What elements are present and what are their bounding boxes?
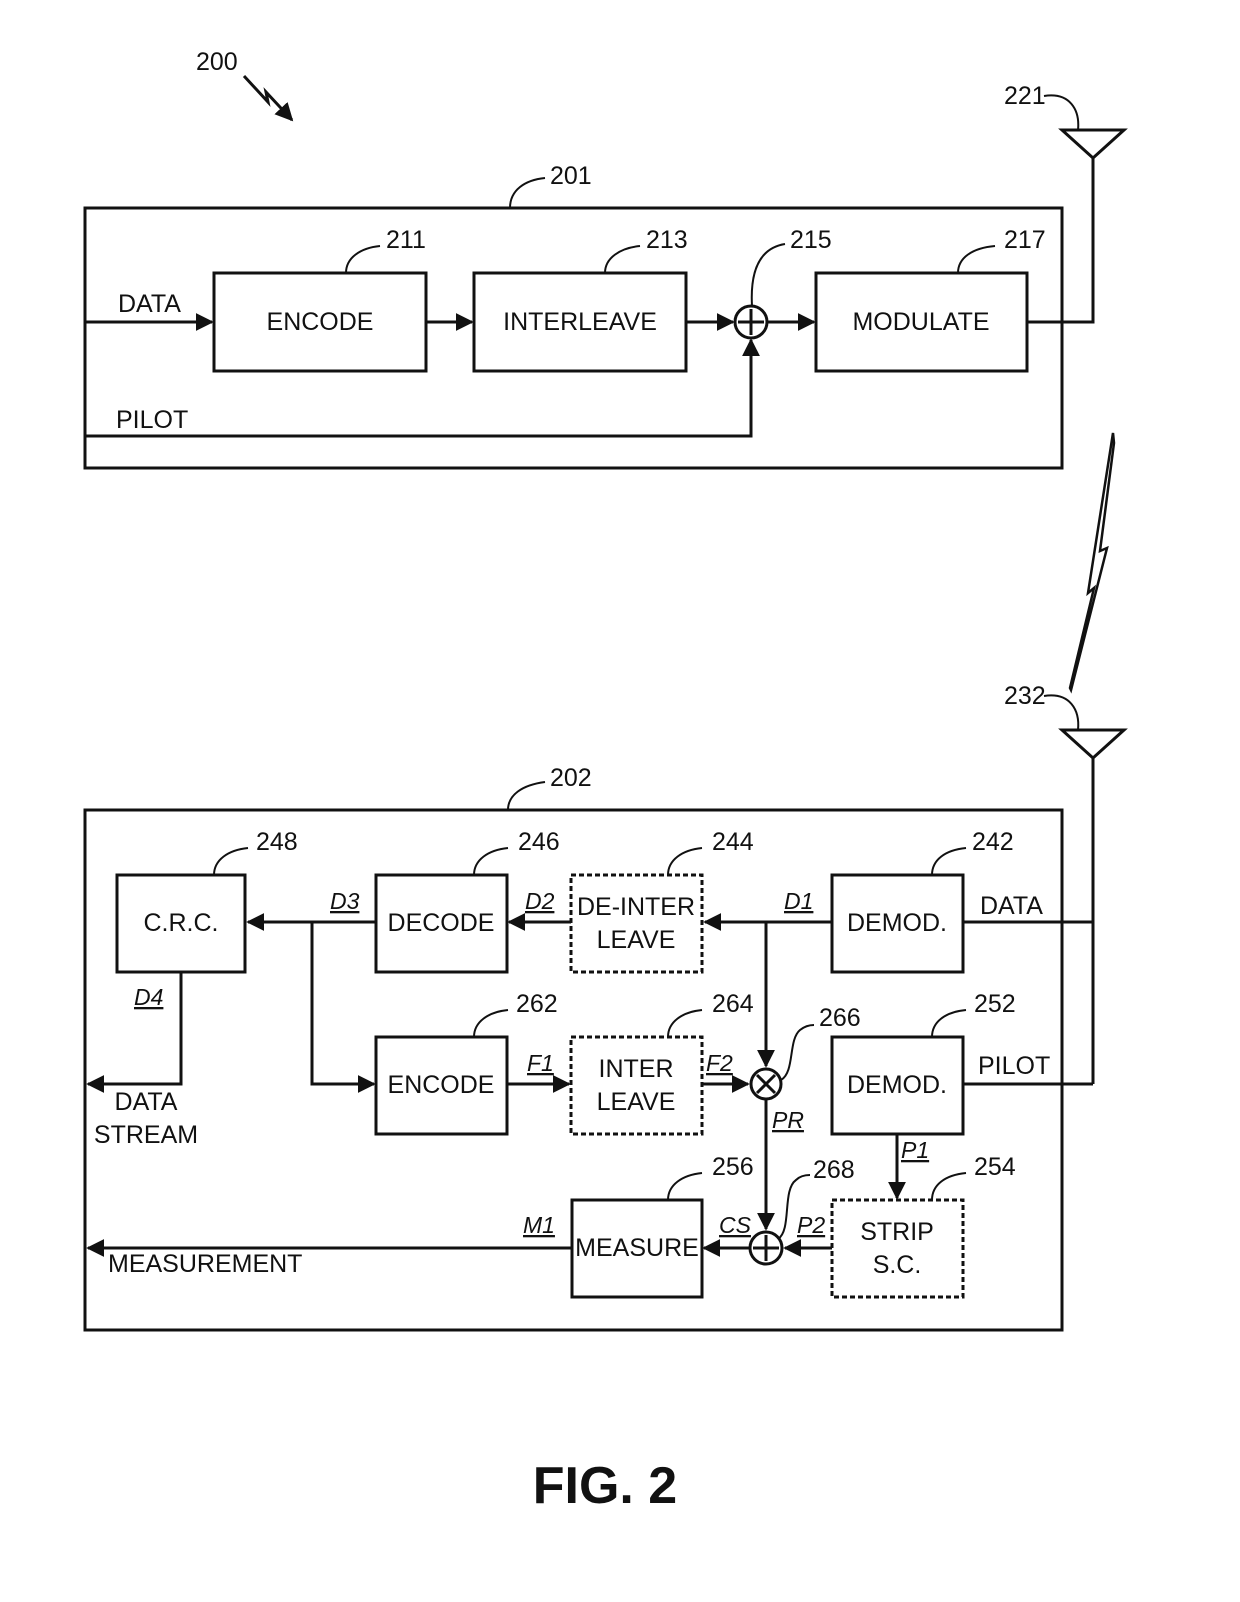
leader-248	[213, 847, 249, 876]
interleave-label: INTERLEAVE	[503, 308, 657, 336]
adder-rx-ref: 268	[813, 1156, 855, 1184]
modulate-ref: 217	[1004, 226, 1046, 254]
deinterleave-ref: 244	[712, 828, 754, 856]
leader-264	[667, 1009, 703, 1038]
demod-data-ref: 242	[972, 828, 1014, 856]
adder-268-icon	[748, 1230, 784, 1266]
data-branch-label: DATA	[980, 892, 1043, 920]
patent-figure: 200 201 DATA ENCODE 211 INTERLEAVE 213 2…	[83, 48, 1128, 1515]
leader-244	[667, 847, 703, 876]
multiplier-266-icon	[749, 1067, 783, 1101]
interleave-rx-label-line1: INTER	[599, 1055, 674, 1083]
data-input-label: DATA	[118, 290, 181, 318]
cs-label: CS	[719, 1212, 752, 1238]
demod-pilot-ref: 252	[974, 990, 1016, 1018]
measure-block[interactable]: MEASURE	[570, 1198, 704, 1299]
leader-262	[473, 1009, 509, 1038]
p1-label: P1	[901, 1137, 929, 1163]
encode-label: ENCODE	[267, 308, 374, 336]
encode-block-rx[interactable]: ENCODE	[374, 1035, 509, 1136]
antenna-232-icon	[1058, 728, 1128, 761]
encode-rx-label: ENCODE	[388, 1071, 495, 1099]
adder-215-icon	[733, 304, 769, 340]
interleave-rx-label-line2: LEAVE	[597, 1088, 676, 1116]
receiver-ref: 202	[550, 764, 592, 792]
pilot-input-label: PILOT	[116, 406, 188, 434]
leader-213	[604, 245, 641, 274]
leader-256	[667, 1172, 703, 1201]
d3-to-encode-line	[310, 922, 376, 1093]
f2-label: F2	[706, 1050, 733, 1076]
leader-211	[345, 245, 381, 274]
leader-266	[780, 1024, 815, 1081]
decode-ref: 246	[518, 828, 560, 856]
transmitter-ref: 201	[550, 162, 592, 190]
adder-ref: 215	[790, 226, 832, 254]
strip-ref: 254	[974, 1153, 1016, 1181]
data-stream-label-line2: STREAM	[94, 1121, 198, 1149]
leader-254	[931, 1172, 967, 1201]
multiplier-ref: 266	[819, 1004, 861, 1032]
system-ref-label: 200	[196, 48, 238, 76]
demod-pilot-block[interactable]: DEMOD.	[830, 1035, 965, 1136]
strip-sc-block[interactable]: STRIP S.C.	[830, 1198, 965, 1299]
interleave-block[interactable]: INTERLEAVE	[472, 271, 688, 373]
wireless-link-lightning-icon	[1068, 432, 1116, 694]
measure-label: MEASURE	[575, 1234, 699, 1262]
antenna-221-icon	[1058, 128, 1128, 161]
leader-246	[473, 847, 509, 876]
interleave-block-rx[interactable]: INTER LEAVE	[569, 1035, 704, 1136]
leader-201	[509, 177, 546, 209]
crc-ref: 248	[256, 828, 298, 856]
decode-block[interactable]: DECODE	[374, 873, 509, 974]
f1-label: F1	[527, 1050, 554, 1076]
encode-block[interactable]: ENCODE	[212, 271, 428, 373]
crc-label: C.R.C.	[144, 909, 219, 937]
data-stream-label-line1: DATA	[115, 1088, 178, 1116]
m1-label: M1	[523, 1212, 555, 1238]
tx-antenna-ref: 221	[1004, 82, 1046, 110]
measure-ref: 256	[712, 1153, 754, 1181]
encode-ref: 211	[386, 226, 426, 254]
figure-label: FIG. 2	[533, 1457, 677, 1515]
demod-data-block[interactable]: DEMOD.	[830, 873, 965, 974]
leader-202	[507, 781, 546, 811]
leader-232	[1043, 694, 1080, 731]
deinterleave-block[interactable]: DE-INTER LEAVE	[569, 873, 704, 974]
d4-label: D4	[134, 984, 163, 1010]
strip-label-line1: STRIP	[860, 1218, 934, 1246]
modulate-block[interactable]: MODULATE	[814, 271, 1029, 373]
p2-label: P2	[797, 1212, 825, 1238]
pr-label: PR	[772, 1107, 804, 1133]
transmitter: 201 DATA ENCODE 211 INTERLEAVE 213 215 P…	[83, 158, 1095, 470]
leader-221	[1043, 94, 1080, 131]
decode-label: DECODE	[388, 909, 495, 937]
modulate-label: MODULATE	[852, 308, 989, 336]
measurement-output-label: MEASUREMENT	[108, 1250, 302, 1278]
interleave-rx-ref: 264	[712, 990, 754, 1018]
leader-252	[931, 1009, 967, 1038]
leader-217	[957, 245, 996, 274]
pilot-branch-label: PILOT	[978, 1052, 1050, 1080]
receiver: 202 DATA PILOT DEMOD. 242 D1 DE-INTER LE…	[83, 757, 1095, 1332]
deinterleave-label-line2: LEAVE	[597, 926, 676, 954]
encode-rx-ref: 262	[516, 990, 558, 1018]
leader-242	[931, 847, 967, 876]
d3-label: D3	[330, 888, 360, 914]
interleave-ref: 213	[646, 226, 688, 254]
d1-label: D1	[784, 888, 813, 914]
leader-215	[750, 243, 786, 307]
system-ref-arrow	[242, 74, 294, 122]
strip-label-line2: S.C.	[873, 1251, 922, 1279]
rx-antenna-ref: 232	[1004, 682, 1046, 710]
demod-pilot-label: DEMOD.	[847, 1071, 947, 1099]
demod-data-label: DEMOD.	[847, 909, 947, 937]
deinterleave-label-line1: DE-INTER	[577, 893, 695, 921]
d2-label: D2	[525, 888, 555, 914]
crc-block[interactable]: C.R.C.	[115, 873, 247, 974]
